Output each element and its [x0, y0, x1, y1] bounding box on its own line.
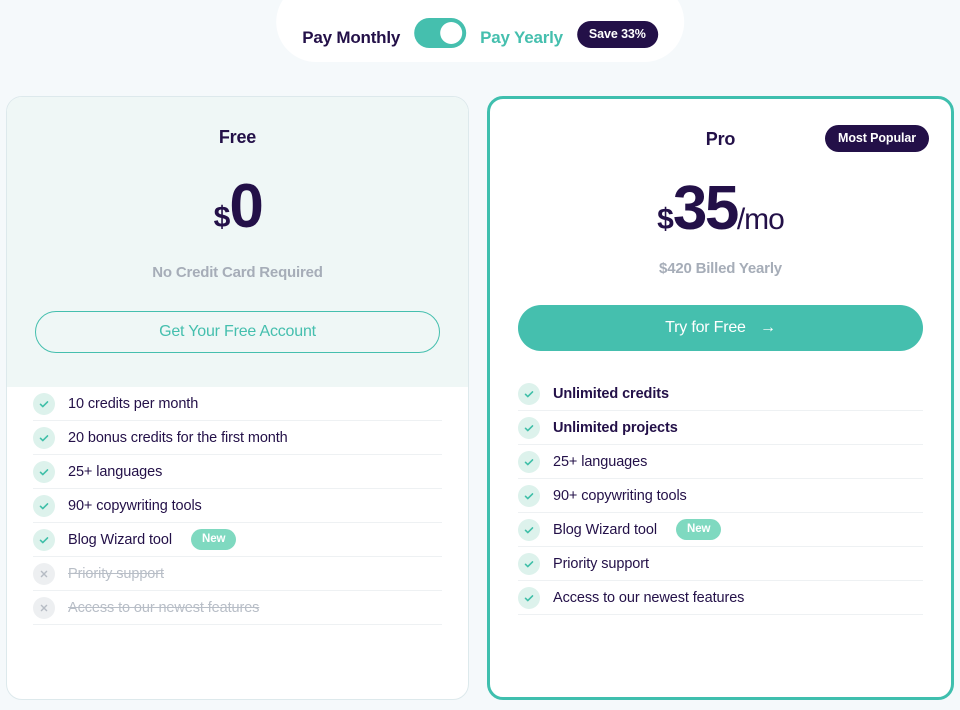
feature-label: Priority support [553, 555, 649, 572]
currency-symbol: $ [657, 203, 674, 236]
list-item: Blog Wizard tool New [33, 523, 442, 557]
list-item: Unlimited projects [518, 411, 923, 445]
close-icon [33, 596, 55, 619]
feature-list-pro: Unlimited credits Unlimited projects 25+… [490, 377, 951, 615]
billing-monthly-label[interactable]: Pay Monthly [302, 28, 400, 48]
feature-label: Access to our newest features [553, 589, 745, 606]
list-item: Blog Wizard tool New [518, 513, 923, 547]
plan-subnote-free: No Credit Card Required [152, 264, 323, 281]
feature-label: 25+ languages [68, 463, 163, 480]
price-amount: 35 [672, 174, 739, 243]
currency-symbol: $ [213, 201, 231, 234]
close-icon [33, 562, 55, 585]
cta-label: Get Your Free Account [159, 323, 316, 340]
switch-knob-icon [440, 22, 463, 44]
feature-label: 90+ copywriting tools [68, 497, 202, 514]
check-icon [33, 494, 55, 517]
billing-yearly-label[interactable]: Pay Yearly [480, 28, 563, 48]
list-item: Access to our newest features [518, 581, 923, 615]
pricing-card-free: Free $ 0 No Credit Card Required Get You… [6, 96, 469, 700]
price-period: /mo [736, 203, 785, 236]
feature-label: Unlimited projects [553, 419, 678, 436]
plan-subnote-pro: $420 Billed Yearly [659, 260, 782, 277]
billing-toggle-bar: Pay Monthly Pay Yearly Save 33% [276, 0, 684, 62]
feature-label: Access to our newest features [68, 599, 260, 616]
check-icon [518, 586, 540, 609]
check-icon [518, 484, 540, 507]
plan-name-free: Free [218, 127, 257, 147]
plan-price-pro: $ 35 /mo [518, 178, 923, 240]
feature-label: 90+ copywriting tools [553, 487, 687, 504]
check-icon [33, 460, 55, 483]
try-for-free-button[interactable]: Try for Free → [518, 305, 923, 351]
check-icon [518, 382, 540, 405]
list-item: Priority support [33, 557, 442, 591]
cta-label: Try for Free [665, 319, 746, 336]
feature-label: 25+ languages [553, 453, 648, 470]
list-item: 20 bonus credits for the first month [33, 421, 442, 455]
check-icon [33, 426, 55, 449]
check-icon [33, 528, 55, 551]
most-popular-badge: Most Popular [825, 125, 929, 152]
new-badge: New [190, 529, 237, 550]
list-item: 25+ languages [33, 455, 442, 489]
feature-label: 20 bonus credits for the first month [68, 429, 288, 446]
list-item: 10 credits per month [33, 387, 442, 421]
feature-label: Blog Wizard tool [553, 521, 657, 538]
list-item: 90+ copywriting tools [33, 489, 442, 523]
check-icon [518, 552, 540, 575]
feature-label: 10 credits per month [68, 395, 199, 412]
check-icon [518, 450, 540, 473]
plan-header-pro: Pro Most Popular $ 35 /mo $420 Billed Ye… [490, 99, 951, 377]
feature-label: Priority support [68, 565, 164, 582]
billing-period-switch[interactable] [414, 18, 467, 48]
get-free-account-button[interactable]: Get Your Free Account [35, 311, 440, 353]
plan-price-free: $ 0 [35, 176, 440, 238]
save-percentage-badge: Save 33% [576, 21, 658, 48]
list-item: Unlimited credits [518, 377, 923, 411]
new-badge: New [675, 519, 722, 540]
pricing-card-pro: Pro Most Popular $ 35 /mo $420 Billed Ye… [487, 96, 954, 700]
feature-label: Unlimited credits [553, 385, 669, 402]
plan-header-free: Free $ 0 No Credit Card Required Get You… [7, 97, 468, 387]
check-icon [518, 518, 540, 541]
list-item: Access to our newest features [33, 591, 442, 625]
check-icon [33, 392, 55, 415]
list-item: 25+ languages [518, 445, 923, 479]
list-item: Priority support [518, 547, 923, 581]
feature-label: Blog Wizard tool [68, 531, 172, 548]
pricing-cards-container: Free $ 0 No Credit Card Required Get You… [6, 96, 954, 700]
list-item: 90+ copywriting tools [518, 479, 923, 513]
arrow-right-icon: → [760, 319, 776, 336]
price-amount: 0 [229, 172, 263, 241]
check-icon [518, 416, 540, 439]
feature-list-free: 10 credits per month 20 bonus credits fo… [7, 387, 468, 625]
